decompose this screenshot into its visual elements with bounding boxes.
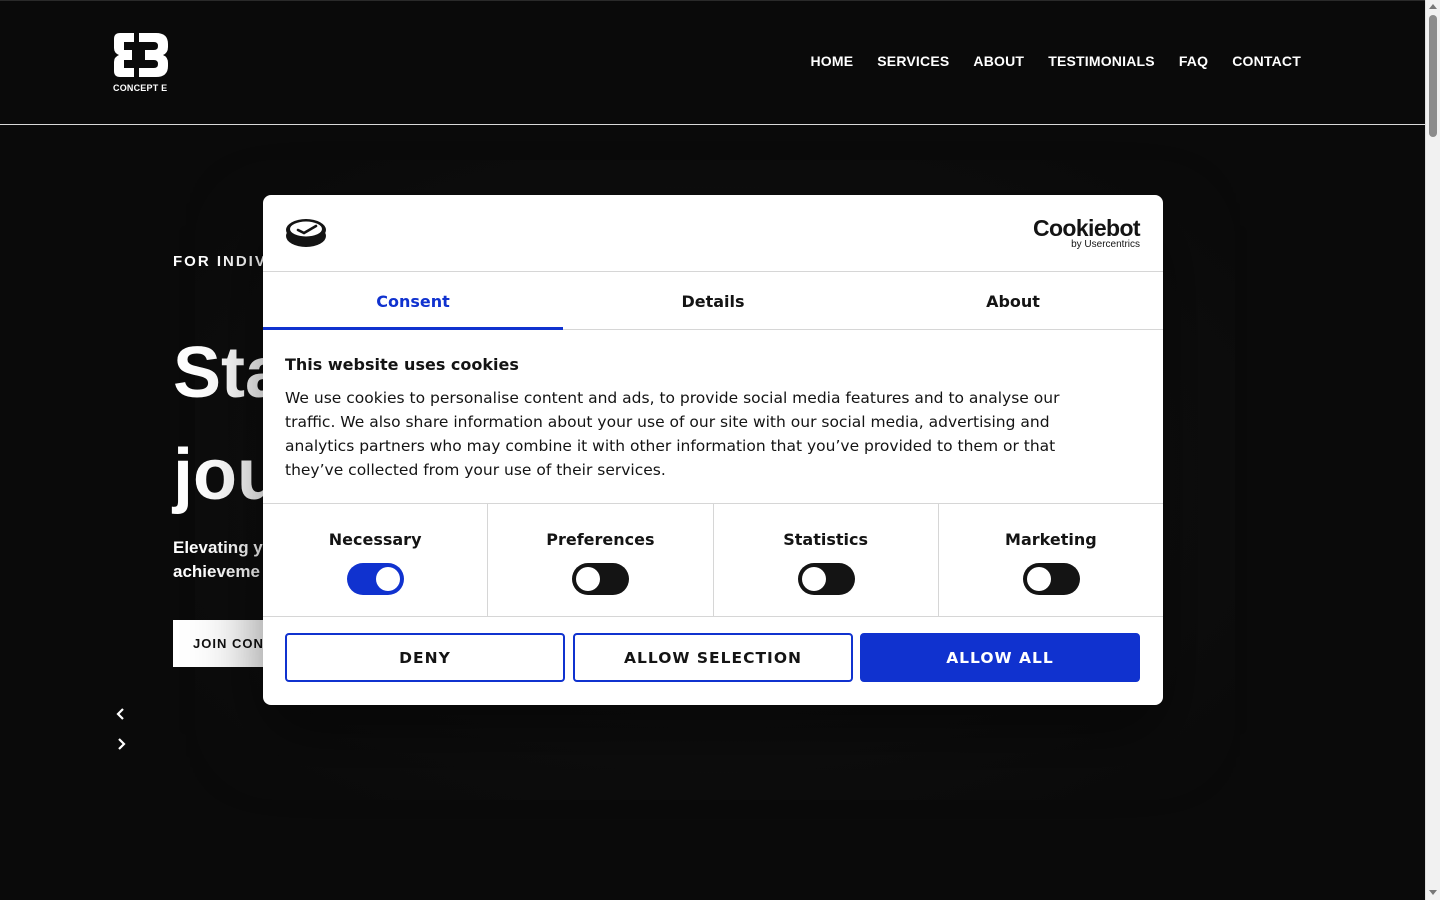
nav-contact[interactable]: CONTACT [1232,53,1301,69]
cookiebot-brand[interactable]: Cookiebot by Usercentrics [1032,215,1141,250]
switch-knob [801,567,826,591]
switch-knob [1026,567,1051,591]
cookiebot-brand-by: by Usercentrics [1071,239,1140,250]
scroll-down-arrow-icon[interactable] [1429,890,1437,895]
chevron-left-icon[interactable] [114,707,128,721]
nav-faq[interactable]: FAQ [1179,53,1208,69]
toggle-label: Preferences [546,530,655,549]
dialog-header: Cookiebot by Usercentrics [263,195,1163,272]
scrollbar-thumb[interactable] [1429,15,1437,137]
switch-knob [376,567,401,591]
dialog-body: This website uses cookies We use cookies… [285,355,1115,482]
dialog-tabs: Consent Details About [263,272,1163,330]
allow-selection-button[interactable]: ALLOW SELECTION [573,633,853,682]
toggle-label: Statistics [783,530,868,549]
switch-knob [576,567,601,591]
hero-eyebrow: FOR INDIVI [173,253,274,270]
toggle-marketing: Marketing [939,504,1163,616]
dialog-buttons: DENY ALLOW SELECTION ALLOW ALL [285,633,1141,682]
toggle-label: Marketing [1005,530,1097,549]
dialog-title: This website uses cookies [285,355,519,374]
nav-home[interactable]: HOME [810,53,853,69]
nav-services[interactable]: SERVICES [877,53,949,69]
tab-consent[interactable]: Consent [263,272,563,330]
toggle-necessary: Necessary [263,504,489,616]
preferences-switch[interactable] [572,563,630,595]
tab-about[interactable]: About [863,272,1163,329]
scroll-up-arrow-icon[interactable] [1429,4,1437,9]
allow-all-button[interactable]: ALLOW ALL [860,633,1140,682]
tab-details[interactable]: Details [563,272,863,329]
chevron-right-icon[interactable] [114,737,128,751]
toggle-statistics: Statistics [714,504,939,616]
nav-about[interactable]: ABOUT [973,53,1024,69]
main-nav: HOME SERVICES ABOUT TESTIMONIALS FAQ CON… [810,53,1301,69]
concept-e-logo-icon [114,33,168,77]
logo-text: CONCEPT E [113,83,168,93]
cookiebot-brand-name: Cookiebot [1032,215,1141,241]
cookie-consent-dialog: Cookiebot by Usercentrics Consent Detail… [263,195,1163,705]
statistics-switch[interactable] [797,563,855,595]
consent-toggles: Necessary Preferences Statistics Marketi… [263,503,1163,617]
site-logo[interactable]: CONCEPT E [112,31,172,95]
toggle-label: Necessary [328,530,422,549]
scrollbar[interactable] [1425,0,1440,900]
site-header: CONCEPT E HOME SERVICES ABOUT TESTIMONIA… [0,0,1425,125]
dialog-description: We use cookies to personalise content an… [285,389,1060,479]
cookiebot-logo-icon [286,219,326,247]
nav-testimonials[interactable]: TESTIMONIALS [1048,53,1155,69]
marketing-switch[interactable] [1022,563,1080,595]
toggle-preferences: Preferences [488,504,714,616]
necessary-switch[interactable] [347,563,405,595]
deny-button[interactable]: DENY [285,633,565,682]
